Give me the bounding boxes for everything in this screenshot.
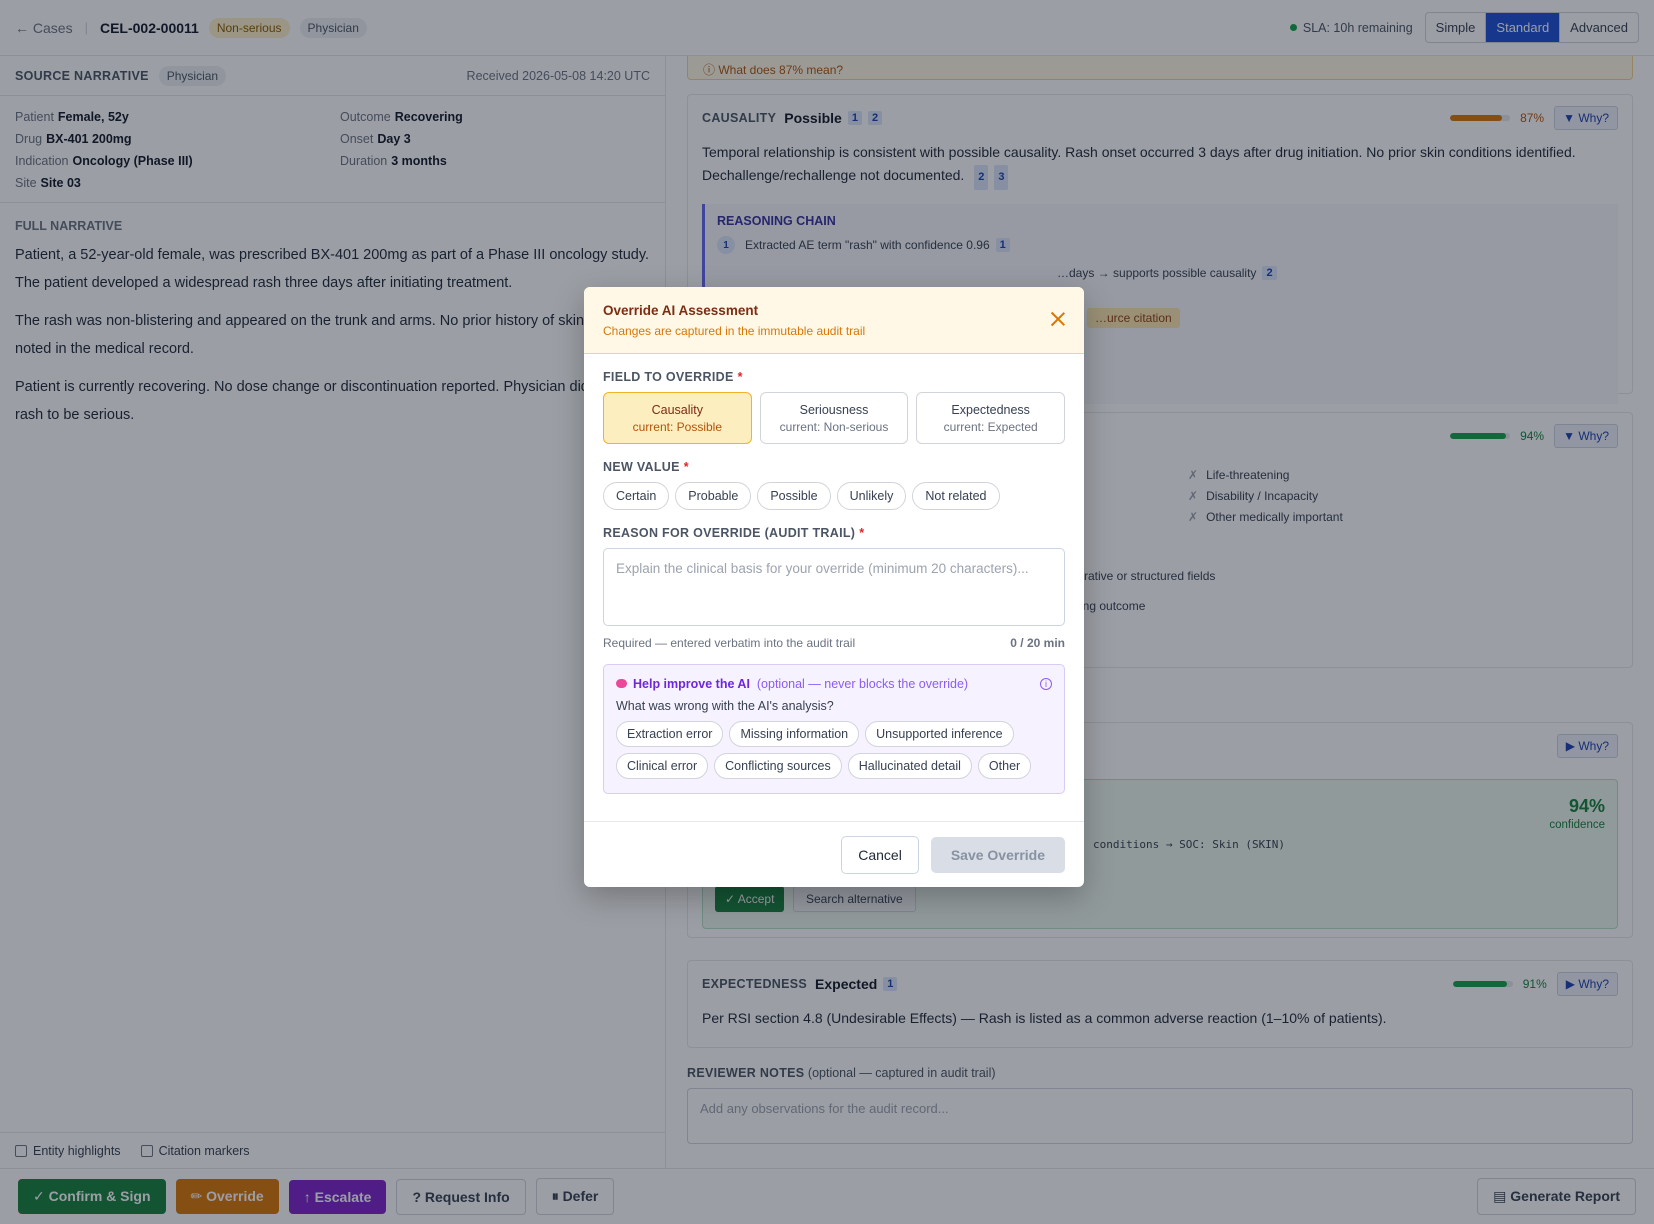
tag-clinical-error[interactable]: Clinical error bbox=[616, 753, 709, 779]
modal-title: Override AI Assessment bbox=[603, 303, 759, 318]
reason-hint: Required — entered verbatim into the aud… bbox=[603, 636, 856, 650]
value-option-certain[interactable]: Certain bbox=[603, 482, 670, 510]
value-options: Certain Probable Possible Unlikely Not r… bbox=[603, 482, 1065, 510]
field-current: current: Possible bbox=[632, 420, 723, 434]
field-label-text: FIELD TO OVERRIDE bbox=[603, 370, 734, 384]
required-marker: * bbox=[683, 460, 689, 474]
feedback-optional: (optional — never blocks the override) bbox=[756, 677, 969, 691]
value-option-possible[interactable]: Possible bbox=[757, 482, 831, 510]
tag-extraction-error[interactable]: Extraction error bbox=[616, 721, 724, 747]
info-icon[interactable]: i bbox=[1040, 678, 1052, 690]
tag-unsupported-inference[interactable]: Unsupported inference bbox=[865, 721, 1014, 747]
field-options: Causality current: Possible Seriousness cu… bbox=[603, 392, 1066, 444]
char-counter: 0 / 20 min bbox=[1010, 636, 1065, 650]
tag-conflicting-sources[interactable]: Conflicting sources bbox=[714, 753, 842, 779]
new-value-label: NEW VALUE * bbox=[603, 460, 1065, 474]
field-option-expectedness[interactable]: Expectedness current: Expected bbox=[916, 392, 1066, 444]
feedback-question: What was wrong with the AI's analysis? bbox=[616, 699, 834, 713]
brain-icon bbox=[616, 679, 627, 688]
field-label: FIELD TO OVERRIDE * bbox=[603, 370, 1065, 384]
field-current: current: Non-serious bbox=[779, 420, 889, 434]
new-value-label-text: NEW VALUE bbox=[603, 460, 680, 474]
required-marker: * bbox=[737, 370, 743, 384]
save-override-button[interactable]: Save Override bbox=[930, 836, 1065, 873]
field-current: current: Expected bbox=[943, 420, 1038, 434]
value-option-not-related[interactable]: Not related bbox=[912, 482, 1000, 510]
reason-section: REASON FOR OVERRIDE (AUDIT TRAIL) * Expla… bbox=[584, 526, 1084, 650]
close-icon[interactable] bbox=[1048, 309, 1068, 329]
modal-footer: Cancel Save Override bbox=[584, 821, 1084, 887]
reason-label-text: REASON FOR OVERRIDE (AUDIT TRAIL) bbox=[603, 526, 856, 540]
field-name: Seriousness bbox=[799, 403, 869, 417]
new-value-section: NEW VALUE * Certain Probable Possible Unl… bbox=[584, 460, 1084, 510]
field-name: Causality bbox=[651, 403, 704, 417]
reason-label: REASON FOR OVERRIDE (AUDIT TRAIL) * bbox=[603, 526, 1065, 540]
feedback-title-text: Help improve the AI bbox=[633, 677, 750, 691]
field-option-seriousness[interactable]: Seriousness current: Non-serious bbox=[759, 392, 909, 444]
tag-missing-information[interactable]: Missing information bbox=[729, 721, 860, 747]
feedback-tags: Extraction error Missing information Uns… bbox=[616, 721, 1052, 779]
field-option-causality[interactable]: Causality current: Possible bbox=[603, 392, 752, 444]
field-name: Expectedness bbox=[951, 403, 1030, 417]
tag-other[interactable]: Other bbox=[977, 753, 1032, 779]
reason-textarea[interactable]: Explain the clinical basis for your over… bbox=[603, 548, 1065, 626]
field-section: FIELD TO OVERRIDE * Causality current: Pos… bbox=[584, 370, 1084, 444]
value-option-probable[interactable]: Probable bbox=[675, 482, 752, 510]
feedback-panel: Help improve the AI (optional — never bl… bbox=[603, 664, 1065, 794]
value-option-unlikely[interactable]: Unlikely bbox=[836, 482, 907, 510]
required-marker: * bbox=[859, 526, 865, 540]
reason-hint-row: Required — entered verbatim into the aud… bbox=[603, 636, 1065, 650]
feedback-title: Help improve the AI (optional — never bl… bbox=[616, 677, 1052, 691]
override-modal: Override AI Assessment Changes are captu… bbox=[584, 287, 1084, 887]
cancel-button[interactable]: Cancel bbox=[841, 835, 919, 874]
modal-header: Override AI Assessment Changes are captu… bbox=[584, 287, 1084, 354]
tag-hallucinated-detail[interactable]: Hallucinated detail bbox=[847, 753, 972, 779]
modal-subtitle: Changes are captured in the immutable au… bbox=[603, 324, 866, 338]
